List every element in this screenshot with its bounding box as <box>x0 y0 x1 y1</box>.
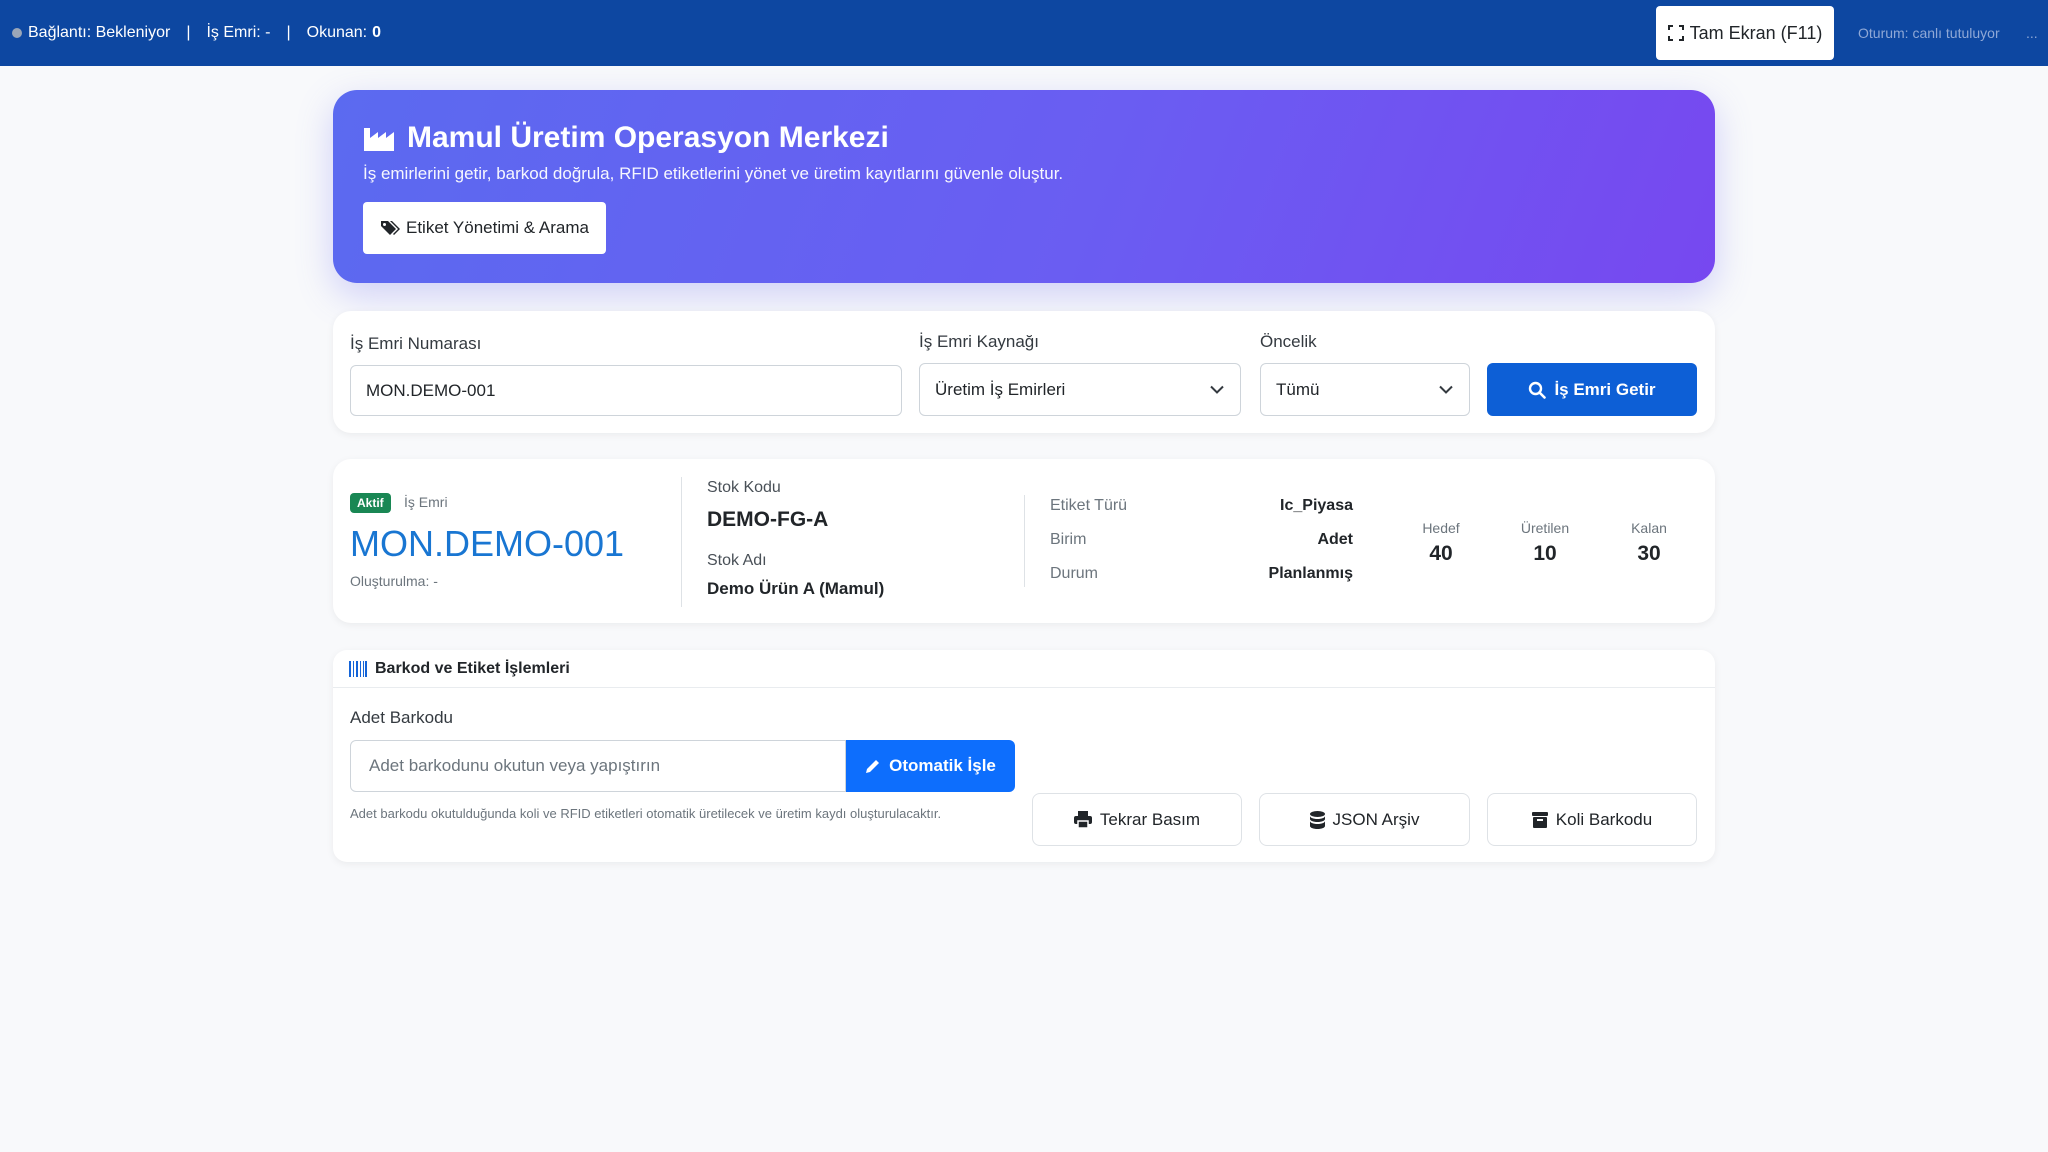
work-order-number-value: MON.DEMO-001 <box>366 380 496 400</box>
work-order-type-label: İş Emri <box>404 494 448 510</box>
work-order-created: Oluşturulma: - <box>350 573 438 589</box>
stat-target-label: Hedef <box>1422 520 1460 536</box>
status-badge: Aktif <box>350 493 391 513</box>
tags-icon <box>381 221 400 235</box>
unit-value: Adet <box>1317 531 1353 548</box>
qty-barcode-placeholder: Adet barkodunu okutun veya yapıştırın <box>369 756 661 775</box>
work-order-summary-card: Aktif İş Emri MON.DEMO-001 Oluşturulma: … <box>333 459 1715 623</box>
connection-status: Bağlantı: Bekleniyor <box>28 24 171 41</box>
qty-barcode-help: Adet barkodu okutulduğunda koli ve RFID … <box>350 806 942 821</box>
factory-icon <box>364 128 394 151</box>
card-header: Barkod ve Etiket İşlemleri <box>333 650 1715 688</box>
stock-name: Demo Ürün A (Mamul) <box>707 579 885 598</box>
label-type-label: Etiket Türü <box>1050 497 1128 514</box>
stat-remaining-label: Kalan <box>1631 520 1667 536</box>
read-count: 0 <box>372 24 382 41</box>
state-value: Planlanmış <box>1268 565 1353 582</box>
json-archive-button[interactable]: JSON Arşiv <box>1259 793 1470 846</box>
tag-management-button[interactable]: Etiket Yönetimi & Arama <box>363 202 606 254</box>
chevron-down-icon <box>1210 385 1224 394</box>
more-indicator: ... <box>2026 25 2038 41</box>
page-subtitle: İş emirlerini getir, barkod doğrula, RFI… <box>363 164 1064 183</box>
stock-code-label: Stok Kodu <box>707 479 781 496</box>
qty-barcode-input[interactable]: Adet barkodunu okutun veya yapıştırın <box>350 740 846 792</box>
search-icon <box>1529 381 1547 399</box>
session-status: Oturum: canlı tutuluyor <box>1858 25 2000 41</box>
fetch-work-order-label: İş Emri Getir <box>1554 379 1656 399</box>
fetch-work-order-button[interactable]: İş Emri Getir <box>1487 363 1697 416</box>
barcode-icon <box>349 660 367 677</box>
work-order-number-label: İş Emri Numarası <box>350 334 482 353</box>
fullscreen-label: Tam Ekran (F11) <box>1689 22 1823 43</box>
separator: | <box>286 24 291 41</box>
printer-icon <box>1073 811 1092 828</box>
stat-remaining: Kalan 30 <box>1609 520 1689 566</box>
priority-value: Tümü <box>1276 379 1320 399</box>
box-barcode-label: Koli Barkodu <box>1555 809 1653 829</box>
work-order-source-value: Üretim İş Emirleri <box>935 379 1066 399</box>
connection-status-dot <box>12 28 22 38</box>
work-order-search-card: İş Emri Numarası MON.DEMO-001 İş Emri Ka… <box>333 311 1715 433</box>
stat-produced-value: 10 <box>1533 542 1557 565</box>
expand-icon <box>1667 25 1684 41</box>
reprint-button[interactable]: Tekrar Basım <box>1032 793 1242 846</box>
hero-banner: Mamul Üretim Operasyon Merkezi İş emirle… <box>333 90 1715 283</box>
page-title: Mamul Üretim Operasyon Merkezi <box>363 118 1685 158</box>
work-order-source-select[interactable]: Üretim İş Emirleri <box>919 363 1241 416</box>
current-work-order: İş Emri: - <box>206 24 271 41</box>
divider <box>681 477 682 607</box>
priority-select[interactable]: Tümü <box>1260 363 1470 416</box>
pencil-icon <box>866 760 880 773</box>
auto-process-button[interactable]: Otomatik İşle <box>846 740 1015 792</box>
fullscreen-button[interactable]: Tam Ekran (F11) <box>1656 6 1834 60</box>
card-title: Barkod ve Etiket İşlemleri <box>375 659 570 677</box>
stock-name-label: Stok Adı <box>707 552 767 569</box>
tag-management-label: Etiket Yönetimi & Arama <box>406 218 589 237</box>
barcode-operations-card: Barkod ve Etiket İşlemleri Adet Barkodu … <box>333 650 1715 862</box>
qty-barcode-label: Adet Barkodu <box>350 708 454 727</box>
stat-produced: Üretilen 10 <box>1505 520 1585 566</box>
work-order-number: MON.DEMO-001 <box>350 523 625 564</box>
work-order-source-label: İş Emri Kaynağı <box>919 332 1039 351</box>
priority-label: Öncelik <box>1260 332 1317 351</box>
reprint-label: Tekrar Basım <box>1099 809 1201 829</box>
box-barcode-button[interactable]: Koli Barkodu <box>1487 793 1697 846</box>
stat-target: Hedef 40 <box>1401 520 1481 566</box>
stat-target-value: 40 <box>1429 542 1453 565</box>
separator: | <box>186 24 191 41</box>
box-icon <box>1531 811 1548 828</box>
stat-produced-label: Üretilen <box>1520 520 1570 536</box>
divider <box>1024 495 1025 587</box>
read-count-label: Okunan: <box>306 24 368 41</box>
state-label: Durum <box>1050 565 1099 582</box>
label-type-value: Ic_Piyasa <box>1280 497 1353 514</box>
json-archive-label: JSON Arşiv <box>1332 809 1420 829</box>
stock-code: DEMO-FG-A <box>707 508 829 531</box>
stat-remaining-value: 30 <box>1637 542 1661 565</box>
chevron-down-icon <box>1439 385 1453 394</box>
auto-process-label: Otomatik İşle <box>889 756 996 775</box>
work-order-number-input[interactable]: MON.DEMO-001 <box>350 365 902 416</box>
page-title-text: Mamul Üretim Operasyon Merkezi <box>407 121 889 154</box>
unit-label: Birim <box>1050 531 1087 548</box>
database-icon <box>1309 810 1325 829</box>
